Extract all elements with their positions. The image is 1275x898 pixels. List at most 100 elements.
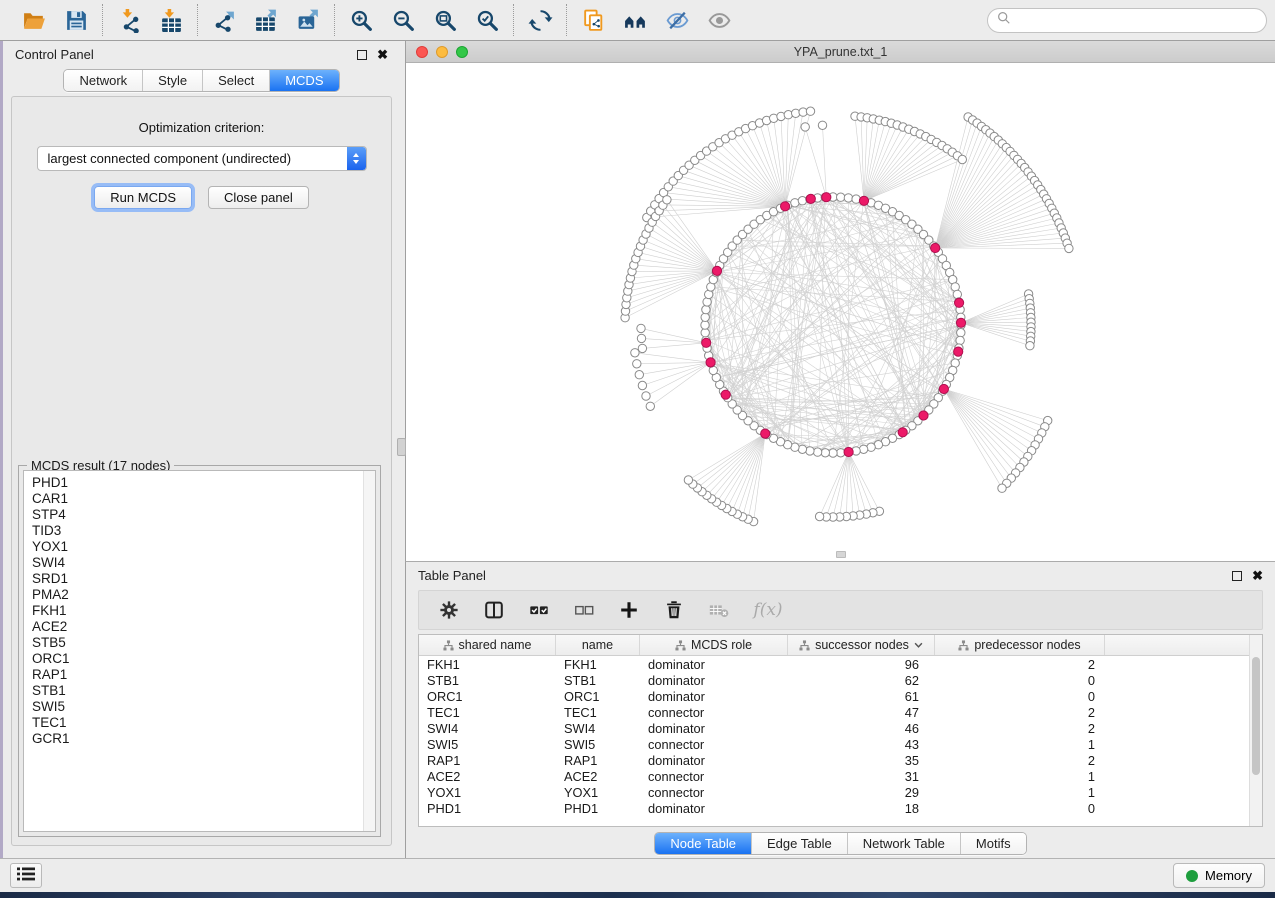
mcds-result-item[interactable]: SRD1: [32, 571, 367, 587]
table-cell: YOX1: [419, 785, 556, 800]
tab-select[interactable]: Select: [203, 70, 270, 91]
close-window-icon[interactable]: [416, 46, 428, 58]
mcds-list-scrollbar[interactable]: [363, 471, 375, 831]
table-row[interactable]: RAP1RAP1dominator352: [419, 752, 1262, 768]
minimize-window-icon[interactable]: [436, 46, 448, 58]
table-settings-button[interactable]: [436, 597, 462, 623]
mcds-result-item[interactable]: TID3: [32, 523, 367, 539]
table-row[interactable]: TEC1TEC1connector472: [419, 704, 1262, 720]
tab-motifs[interactable]: Motifs: [961, 833, 1026, 854]
mcds-result-item[interactable]: ACE2: [32, 619, 367, 635]
column-header-predecessor-nodes[interactable]: predecessor nodes: [935, 635, 1105, 655]
tab-network[interactable]: Network: [64, 70, 143, 91]
close-panel-icon[interactable]: ✖: [377, 50, 388, 60]
show-all-button[interactable]: [703, 4, 735, 36]
delete-table-icon: [708, 599, 730, 621]
mcds-result-item[interactable]: SWI4: [32, 555, 367, 571]
table-type-tabs: Node TableEdge TableNetwork TableMotifs: [654, 832, 1026, 855]
horizontal-splitter-handle[interactable]: [836, 551, 846, 558]
column-header-successor-nodes[interactable]: successor nodes: [788, 635, 935, 655]
first-neighbors-button[interactable]: [619, 4, 651, 36]
delete-column-button[interactable]: [661, 597, 687, 623]
mcds-result-list[interactable]: PHD1CAR1STP4TID3YOX1SWI4SRD1PMA2FKH1ACE2…: [23, 470, 376, 832]
optimization-criterion-select[interactable]: largest connected component (undirected): [37, 146, 367, 171]
mcds-result-item[interactable]: STB1: [32, 683, 367, 699]
search-box[interactable]: [987, 8, 1267, 33]
column-type-icon: [799, 640, 810, 651]
table-row[interactable]: YOX1YOX1connector291: [419, 784, 1262, 800]
column-header-filler: [1105, 635, 1262, 655]
table-panel: Table Panel ✖ f(x) shared namenameMCDS r…: [405, 561, 1275, 858]
table-cell: connector: [640, 769, 788, 784]
close-panel-button[interactable]: Close panel: [208, 186, 309, 209]
export-network-button[interactable]: [208, 4, 240, 36]
tab-node-table[interactable]: Node Table: [655, 833, 752, 854]
deselect-all-button[interactable]: [571, 597, 597, 623]
float-panel-icon[interactable]: [357, 50, 367, 60]
vertical-splitter-handle[interactable]: [397, 438, 406, 456]
toolbar-group: [335, 4, 513, 36]
column-header-name[interactable]: name: [556, 635, 640, 655]
export-image-button[interactable]: [292, 4, 324, 36]
mcds-result-item[interactable]: STB5: [32, 635, 367, 651]
table-row[interactable]: SWI5SWI5connector431: [419, 736, 1262, 752]
zoom-in-button[interactable]: [345, 4, 377, 36]
tab-edge-table[interactable]: Edge Table: [752, 833, 848, 854]
table-row[interactable]: PHD1PHD1dominator180: [419, 800, 1262, 816]
table-row[interactable]: SWI4SWI4dominator462: [419, 720, 1262, 736]
network-canvas[interactable]: [406, 63, 1275, 560]
column-header-MCDS-role[interactable]: MCDS role: [640, 635, 788, 655]
table-row[interactable]: STB1STB1dominator620: [419, 672, 1262, 688]
search-icon: [997, 11, 1011, 30]
maximize-window-icon[interactable]: [456, 46, 468, 58]
tab-mcds[interactable]: MCDS: [270, 70, 338, 91]
table-cell: 2: [935, 753, 1105, 768]
zoom-fit-button[interactable]: [429, 4, 461, 36]
clone-network-button[interactable]: [577, 4, 609, 36]
mcds-result-item[interactable]: FKH1: [32, 603, 367, 619]
toolbar-group: [567, 4, 745, 36]
task-history-button[interactable]: [10, 863, 42, 888]
mcds-result-item[interactable]: YOX1: [32, 539, 367, 555]
hide-selected-button[interactable]: [661, 4, 693, 36]
import-network-button[interactable]: [113, 4, 145, 36]
table-row[interactable]: ACE2ACE2connector311: [419, 768, 1262, 784]
export-table-button[interactable]: [250, 4, 282, 36]
save-session-button[interactable]: [60, 4, 92, 36]
mcds-result-item[interactable]: PHD1: [32, 475, 367, 491]
zoom-selected-button[interactable]: [471, 4, 503, 36]
search-input[interactable]: [1016, 13, 1257, 27]
mcds-result-item[interactable]: STP4: [32, 507, 367, 523]
mcds-result-item[interactable]: SWI5: [32, 699, 367, 715]
export-table-icon: [254, 8, 279, 33]
import-table-button[interactable]: [155, 4, 187, 36]
task-list-icon: [16, 866, 36, 885]
run-mcds-button[interactable]: Run MCDS: [94, 186, 192, 209]
column-header-shared-name[interactable]: shared name: [419, 635, 556, 655]
tab-network-table[interactable]: Network Table: [848, 833, 961, 854]
tab-style[interactable]: Style: [143, 70, 203, 91]
table-row[interactable]: ORC1ORC1dominator610: [419, 688, 1262, 704]
zoom-out-button[interactable]: [387, 4, 419, 36]
table-scrollbar[interactable]: [1249, 635, 1262, 826]
mcds-result-item[interactable]: PMA2: [32, 587, 367, 603]
table-row[interactable]: FKH1FKH1dominator962: [419, 656, 1262, 672]
mcds-result-item[interactable]: GCR1: [32, 731, 367, 747]
select-all-button[interactable]: [526, 597, 552, 623]
memory-button[interactable]: Memory: [1173, 863, 1265, 888]
open-file-button[interactable]: [18, 4, 50, 36]
mcds-result-item[interactable]: CAR1: [32, 491, 367, 507]
mcds-result-item[interactable]: RAP1: [32, 667, 367, 683]
mcds-result-item[interactable]: TEC1: [32, 715, 367, 731]
mcds-result-item[interactable]: ORC1: [32, 651, 367, 667]
network-graph[interactable]: [406, 63, 1275, 560]
network-window-title: YPA_prune.txt_1: [406, 45, 1275, 59]
toggle-columns-button[interactable]: [481, 597, 507, 623]
close-table-panel-icon[interactable]: ✖: [1252, 571, 1263, 581]
add-column-button[interactable]: [616, 597, 642, 623]
column-header-label: name: [582, 638, 613, 652]
network-window-titlebar[interactable]: YPA_prune.txt_1: [406, 41, 1275, 63]
float-table-panel-icon[interactable]: [1232, 571, 1242, 581]
refresh-view-button[interactable]: [524, 4, 556, 36]
table-scrollbar-thumb[interactable]: [1252, 657, 1260, 775]
